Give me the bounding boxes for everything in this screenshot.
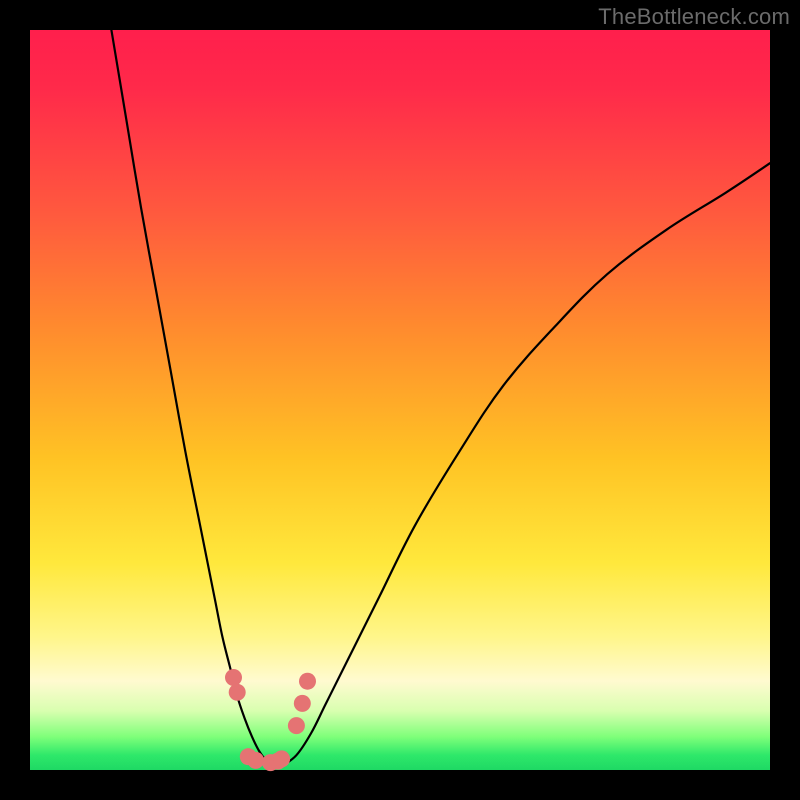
valley-marker-dot [225, 669, 242, 686]
plot-area [30, 30, 770, 770]
curve-layer [30, 30, 770, 770]
chart-frame: TheBottleneck.com [0, 0, 800, 800]
right-curve [282, 163, 770, 766]
valley-markers [225, 669, 316, 771]
watermark-label: TheBottleneck.com [598, 4, 790, 30]
valley-marker-dot [294, 695, 311, 712]
valley-marker-dot [299, 673, 316, 690]
valley-marker-dot [288, 717, 305, 734]
valley-marker-dot [247, 752, 264, 769]
left-curve [111, 30, 274, 766]
valley-marker-dot [229, 684, 246, 701]
valley-marker-dot [273, 750, 290, 767]
